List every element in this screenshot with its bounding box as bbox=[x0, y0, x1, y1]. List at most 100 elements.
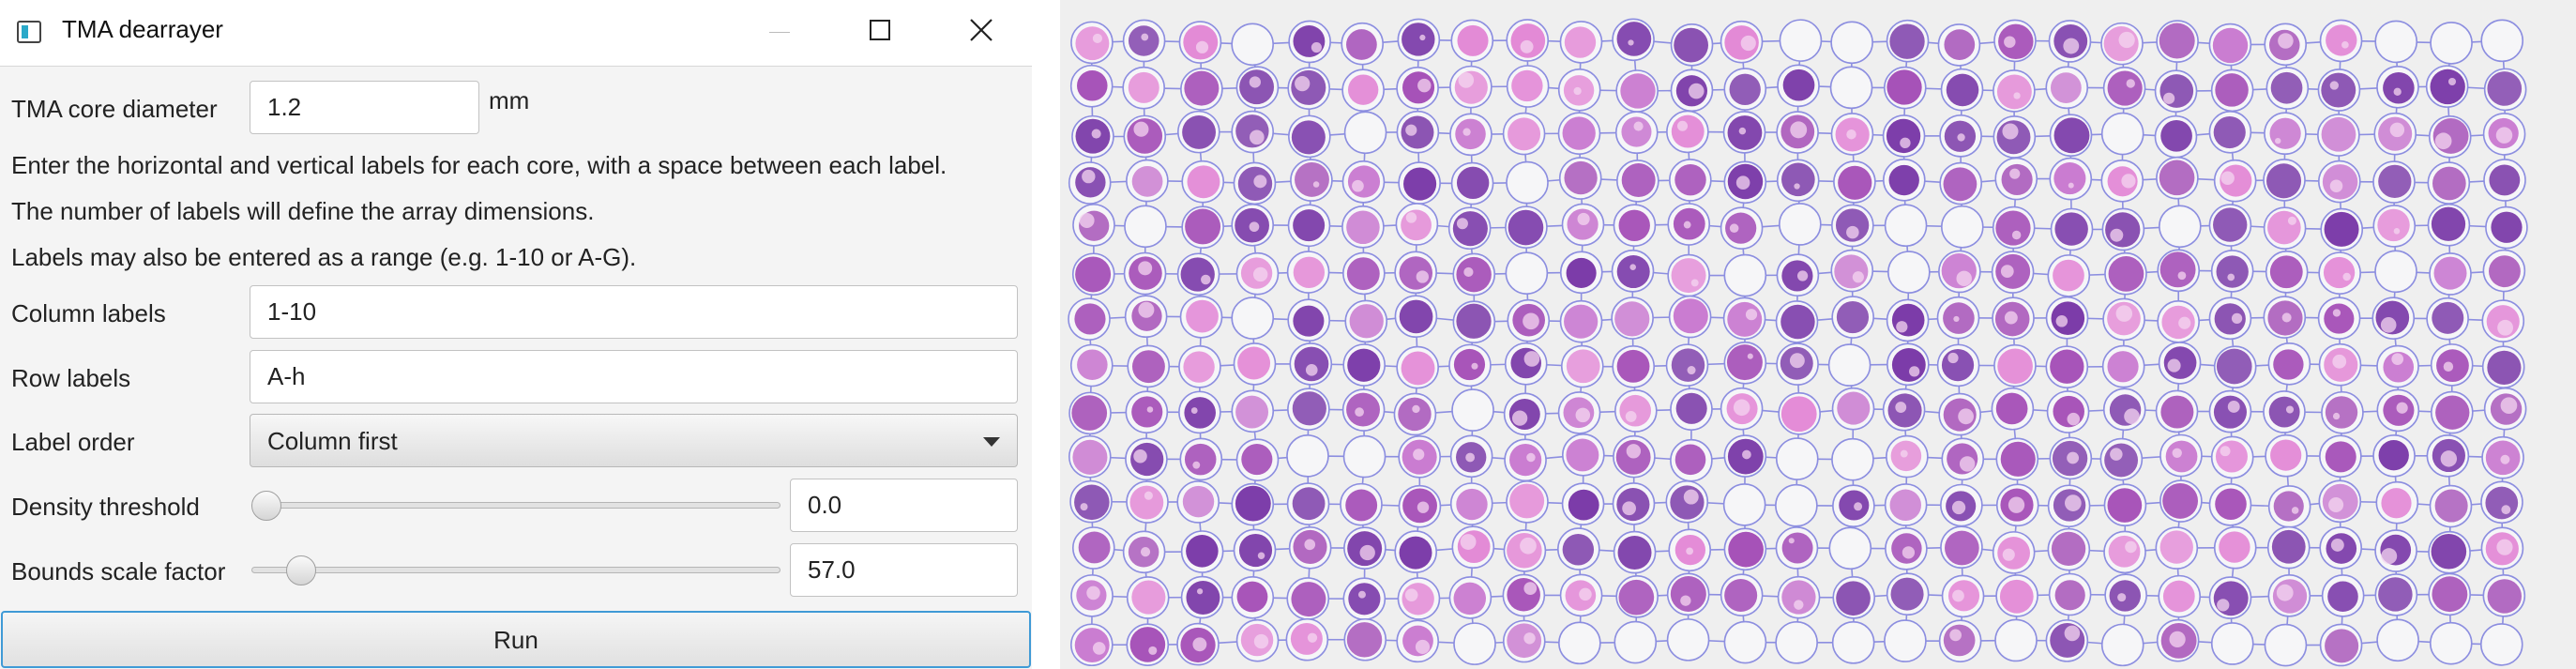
tissue-sample bbox=[1889, 23, 1925, 59]
density-threshold-input[interactable] bbox=[790, 479, 1018, 532]
tissue-detail bbox=[1796, 270, 1809, 281]
tma-image-viewer[interactable] bbox=[1060, 0, 2576, 669]
bounds-scale-factor-input[interactable] bbox=[790, 543, 1018, 597]
tma-core bbox=[2100, 112, 2144, 156]
tissue-sample bbox=[2431, 206, 2466, 241]
row-labels-input[interactable] bbox=[250, 350, 1018, 403]
tissue-sample bbox=[2432, 301, 2464, 334]
tma-core bbox=[1831, 437, 1874, 481]
tissue-detail bbox=[1412, 404, 1420, 414]
tissue-sample bbox=[2325, 396, 2358, 429]
tissue-sample bbox=[1890, 577, 1924, 611]
tissue-sample bbox=[1238, 533, 1273, 568]
maximize-button[interactable] bbox=[833, 0, 927, 64]
tissue-detail bbox=[1626, 444, 1642, 459]
tma-core bbox=[2210, 622, 2254, 665]
tissue-detail bbox=[1573, 86, 1582, 96]
tma-core bbox=[1342, 434, 1386, 479]
density-threshold-slider-thumb[interactable] bbox=[251, 491, 281, 521]
tissue-sample bbox=[1618, 209, 1650, 241]
tissue-sample bbox=[1562, 534, 1595, 566]
tma-core bbox=[1666, 618, 1710, 661]
tissue-sample bbox=[1346, 622, 1383, 658]
tissue-detail bbox=[2178, 316, 2191, 329]
tma-dearrayer-dialog: TMA dearrayer TMA core diameter mm Enter… bbox=[0, 0, 1032, 669]
tissue-sample bbox=[1237, 346, 1271, 380]
tissue-sample bbox=[2383, 72, 2415, 104]
close-button[interactable] bbox=[934, 0, 1028, 64]
tissue-detail bbox=[2275, 137, 2281, 144]
tissue-detail bbox=[2115, 305, 2133, 322]
tissue-sample bbox=[1345, 489, 1378, 522]
tissue-sample bbox=[1836, 581, 1871, 616]
tissue-sample bbox=[2378, 440, 2409, 471]
tissue-sample bbox=[2268, 396, 2300, 428]
tissue-detail bbox=[1419, 34, 1426, 41]
tissue-sample bbox=[1398, 397, 1432, 432]
tissue-sample bbox=[1293, 209, 1326, 242]
tissue-sample bbox=[1184, 443, 1217, 476]
tissue-detail bbox=[1471, 362, 1478, 370]
tissue-sample bbox=[2321, 116, 2356, 152]
tissue-detail bbox=[1405, 124, 1417, 136]
tissue-sample bbox=[1891, 303, 1925, 337]
tissue-sample bbox=[1781, 532, 1813, 564]
title-bar[interactable]: TMA dearrayer bbox=[0, 0, 1032, 67]
run-button[interactable]: Run bbox=[1, 611, 1031, 668]
tissue-sample bbox=[1131, 165, 1163, 197]
tissue-sample bbox=[1071, 395, 1108, 431]
tissue-detail bbox=[1252, 266, 1268, 282]
tissue-detail bbox=[1846, 225, 1859, 239]
core-diameter-unit: mm bbox=[489, 86, 530, 114]
tissue-detail bbox=[2287, 216, 2296, 225]
tissue-detail bbox=[1190, 407, 1198, 414]
tma-core bbox=[1827, 343, 1871, 387]
tissue-detail bbox=[1686, 547, 1694, 555]
tissue-detail bbox=[1456, 218, 1468, 230]
tissue-sample bbox=[1616, 349, 1650, 383]
tissue-sample bbox=[1347, 348, 1381, 382]
tissue-detail bbox=[1253, 175, 1267, 189]
tissue-detail bbox=[1141, 33, 1149, 41]
tissue-sample bbox=[1780, 304, 1815, 340]
tma-core bbox=[1940, 205, 1984, 249]
tissue-detail bbox=[1902, 546, 1916, 559]
tma-core bbox=[2429, 621, 2473, 665]
tissue-detail bbox=[2162, 92, 2175, 104]
tissue-sample bbox=[2326, 24, 2357, 56]
tissue-detail bbox=[2004, 36, 2016, 48]
tissue-sample bbox=[1997, 348, 2033, 385]
column-labels-label: Column labels bbox=[11, 299, 166, 327]
tissue-sample bbox=[2433, 256, 2467, 290]
core-diameter-input[interactable] bbox=[250, 81, 479, 134]
bounds-scale-factor-slider-thumb[interactable] bbox=[286, 555, 317, 585]
tissue-detail bbox=[1846, 129, 1856, 140]
app-icon bbox=[17, 21, 41, 43]
tissue-sample bbox=[1616, 255, 1650, 289]
tissue-sample bbox=[2489, 255, 2521, 288]
tissue-detail bbox=[1740, 35, 1756, 52]
label-order-select[interactable]: Column first bbox=[250, 414, 1018, 467]
tissue-sample bbox=[1889, 489, 1921, 522]
tissue-detail bbox=[2110, 228, 2124, 242]
tissue-detail bbox=[2500, 397, 2518, 415]
minimize-button[interactable] bbox=[732, 0, 826, 64]
core-diameter-label: TMA core diameter bbox=[11, 95, 218, 123]
tissue-sample bbox=[2324, 303, 2355, 334]
tissue-detail bbox=[1311, 41, 1322, 53]
tissue-detail bbox=[1575, 407, 1591, 423]
tissue-sample bbox=[2050, 72, 2082, 103]
tissue-detail bbox=[2227, 273, 2235, 281]
bounds-scale-factor-slider-track[interactable] bbox=[251, 567, 780, 573]
tissue-sample bbox=[1452, 211, 1488, 247]
tissue-detail bbox=[1462, 128, 1471, 136]
tissue-sample bbox=[2327, 581, 2358, 613]
tissue-sample bbox=[1781, 260, 1813, 292]
tissue-detail bbox=[2341, 41, 2349, 49]
tissue-detail bbox=[2177, 271, 2187, 281]
tissue-sample bbox=[1132, 350, 1165, 384]
density-threshold-slider-track[interactable] bbox=[251, 502, 780, 509]
tissue-sample bbox=[2053, 162, 2086, 195]
tissue-sample bbox=[2107, 70, 2143, 106]
column-labels-input[interactable] bbox=[250, 285, 1018, 339]
